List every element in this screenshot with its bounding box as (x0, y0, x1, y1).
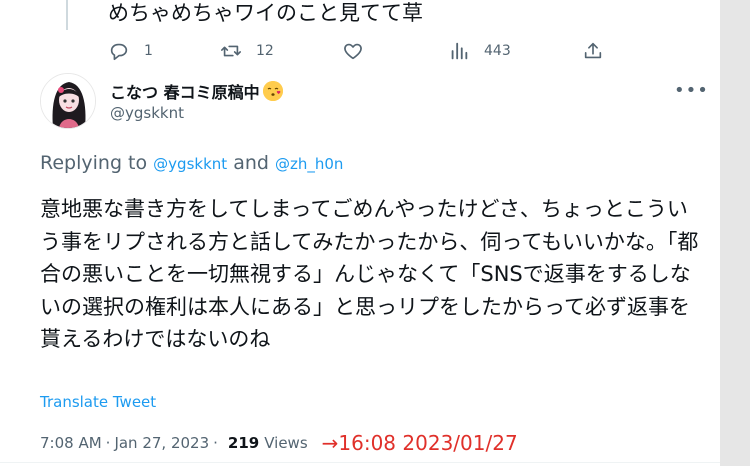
heart-icon (344, 43, 362, 60)
replying-prefix: Replying to (40, 152, 148, 174)
reply-button[interactable]: 1 (108, 38, 153, 64)
meta-separator: · (213, 434, 218, 452)
kissing-face-emoji-icon (262, 81, 283, 101)
meta-separator: · (105, 434, 111, 452)
translate-tweet-link[interactable]: Translate Tweet (40, 393, 156, 411)
retweet-button[interactable]: 12 (220, 38, 274, 64)
tweet-time[interactable]: 7:08 AM (40, 434, 102, 452)
thread-line (66, 0, 68, 30)
tweet-views-label: Views (264, 434, 308, 452)
share-icon (584, 42, 602, 59)
previous-tweet-actions: 1 12 443 (104, 38, 624, 64)
more-options-icon[interactable]: ••• (674, 80, 709, 101)
like-button[interactable] (342, 38, 378, 64)
views-button[interactable]: 443 (448, 38, 511, 64)
retweet-icon (221, 45, 241, 57)
reply-icon (110, 43, 128, 61)
divider (0, 462, 720, 463)
tweet-body: 意地悪な書き方をしてしまってごめんやったけどさ、ちょっとこういう事をリプされる方… (40, 197, 699, 351)
screen-edge (720, 0, 750, 466)
previous-tweet-text: めちゃめちゃワイのこと見てて草 (108, 1, 423, 25)
avatar[interactable] (40, 73, 96, 129)
avatar-illustration (41, 74, 95, 128)
analytics-icon (451, 42, 468, 60)
tweet-views-count: 219 (227, 434, 260, 452)
red-time-annotation: →16:08 2023/01/27 (321, 431, 518, 455)
author-handle[interactable]: @ygskknt (110, 104, 184, 122)
share-button[interactable] (582, 38, 604, 64)
tweet-date[interactable]: Jan 27, 2023 (114, 434, 209, 452)
replying-to: Replying to @ygskknt and @zh_h0n (40, 152, 343, 174)
author-name-row[interactable]: こなつ 春コミ原稿中 (110, 79, 283, 103)
views-count: 443 (484, 43, 511, 59)
reply-count: 1 (144, 43, 153, 59)
retweet-count: 12 (256, 43, 274, 59)
mention-link-1[interactable]: @ygskknt (153, 155, 227, 173)
mention-link-2[interactable]: @zh_h0n (275, 155, 343, 173)
tweet-meta: 7:08 AM · Jan 27, 2023 · 219 Views →16:0… (40, 431, 518, 455)
display-name[interactable]: こなつ 春コミ原稿中 (110, 79, 260, 103)
replying-and: and (233, 152, 269, 174)
